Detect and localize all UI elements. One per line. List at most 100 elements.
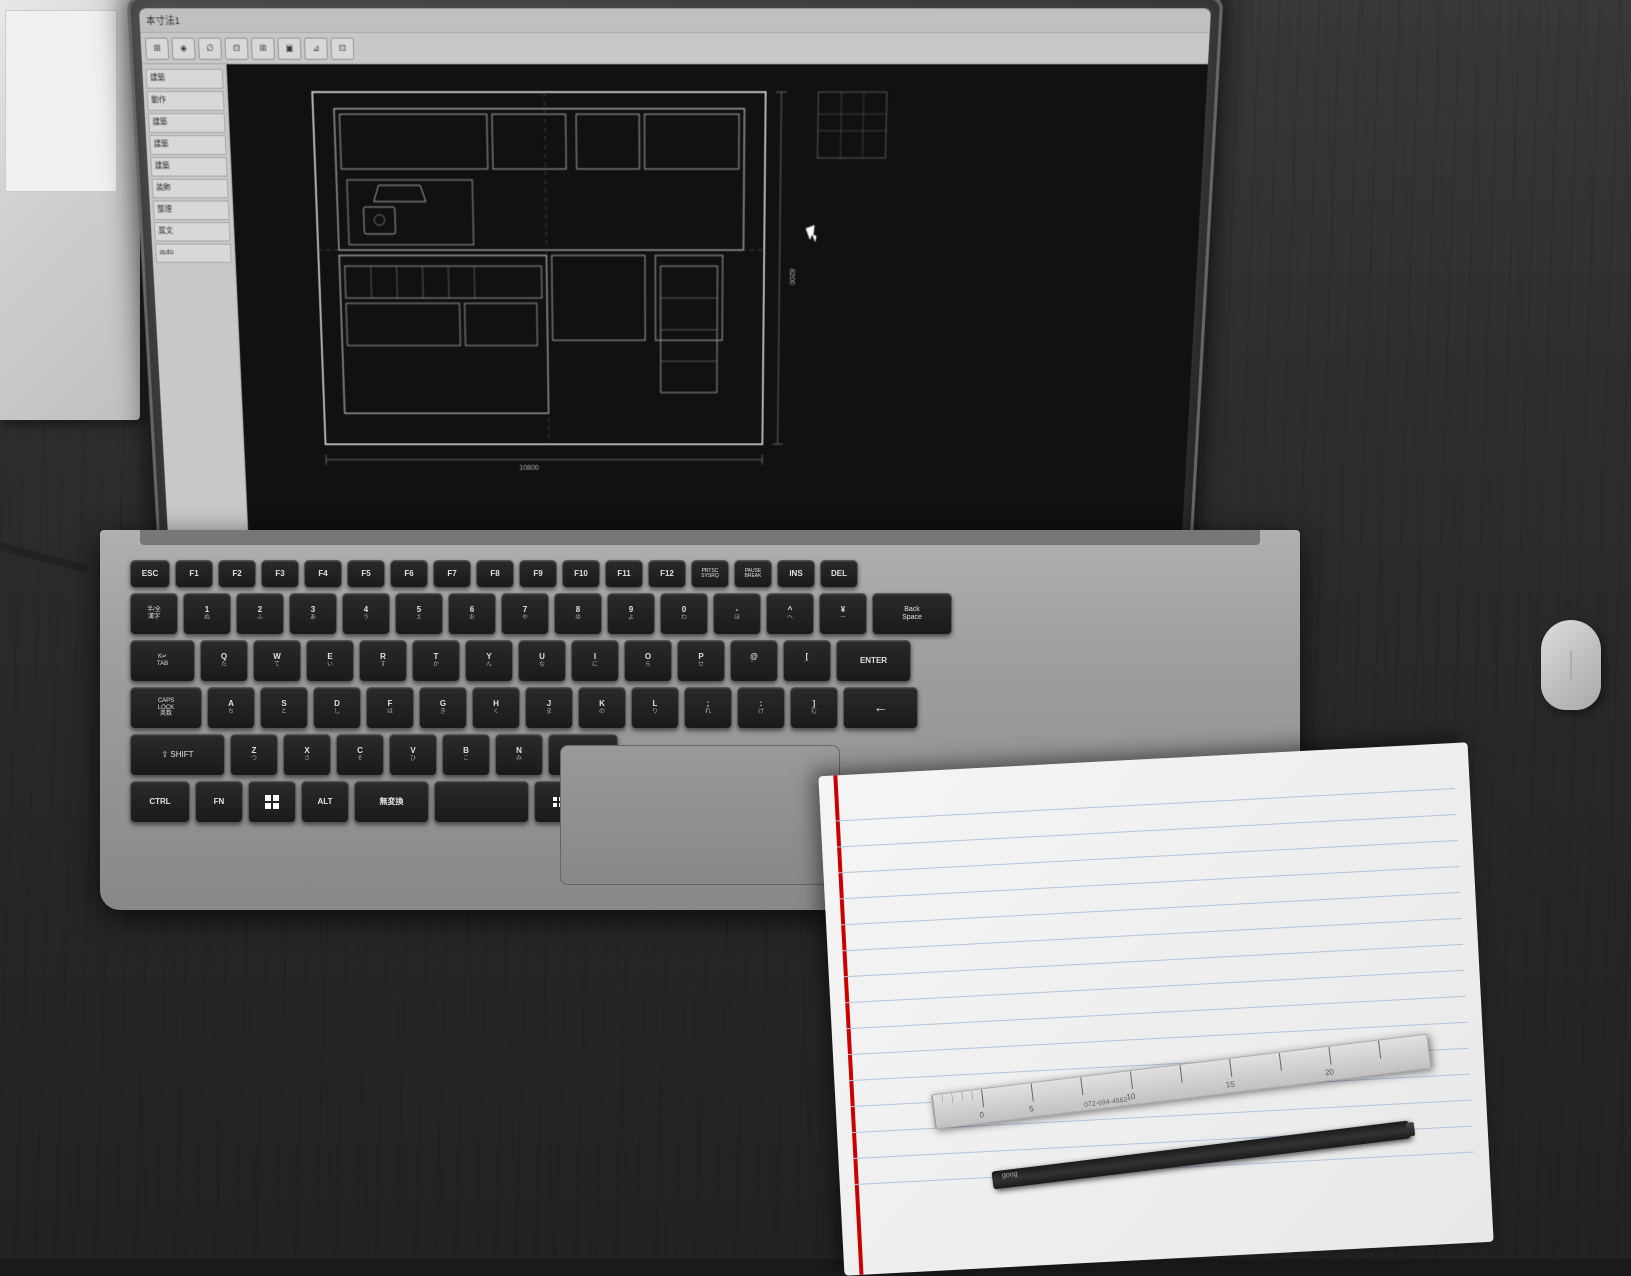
svg-text:10800: 10800: [519, 463, 539, 472]
key-i[interactable]: Iに: [571, 640, 619, 682]
key-windows[interactable]: [248, 781, 296, 823]
key-esc[interactable]: ESC: [130, 560, 170, 588]
key-semicolon[interactable]: ;れ: [684, 687, 732, 729]
key-j[interactable]: Jま: [525, 687, 573, 729]
key-t[interactable]: Tか: [412, 640, 460, 682]
key-e[interactable]: Eい: [306, 640, 354, 682]
sidebar-item-3[interactable]: 建築: [148, 113, 226, 133]
sidebar-item-6[interactable]: 装飾: [151, 179, 228, 199]
key-at[interactable]: @゛: [730, 640, 778, 682]
key-r[interactable]: Rす: [359, 640, 407, 682]
toolbar-btn-3[interactable]: ∅: [198, 37, 222, 59]
key-ins[interactable]: INS: [777, 560, 815, 588]
asdf-row: CAPSLOCK英数 Aち Sと Dし Fは Gき Hく Jま Kの Lり ;れ…: [130, 687, 1030, 729]
sidebar-item-7[interactable]: 整理: [153, 201, 230, 220]
key-f2[interactable]: F2: [218, 560, 256, 588]
key-f9[interactable]: F9: [519, 560, 557, 588]
key-b[interactable]: Bこ: [442, 734, 490, 776]
key-minus[interactable]: -ほ: [713, 593, 761, 635]
key-f7[interactable]: F7: [433, 560, 471, 588]
laptop-lid: 本寸法1 ⊞ ◈ ∅ ⊡ ⊞ ▣ ⊿ ⊡: [127, 0, 1224, 590]
toolbar-btn-6[interactable]: ▣: [277, 37, 301, 59]
key-capslock[interactable]: CAPSLOCK英数: [130, 687, 202, 729]
key-7[interactable]: 7や: [501, 593, 549, 635]
key-d[interactable]: Dし: [313, 687, 361, 729]
key-y[interactable]: Yん: [465, 640, 513, 682]
key-3[interactable]: 3あ: [289, 593, 337, 635]
toolbar-btn-2[interactable]: ◈: [171, 37, 195, 59]
key-2[interactable]: 2ふ: [236, 593, 284, 635]
key-enter[interactable]: ENTER: [836, 640, 911, 682]
key-x[interactable]: Xさ: [283, 734, 331, 776]
sidebar-item-8[interactable]: 属文: [154, 222, 231, 241]
key-f11[interactable]: F11: [605, 560, 643, 588]
key-bracket-l[interactable]: [゜: [783, 640, 831, 682]
key-4[interactable]: 4う: [342, 593, 390, 635]
toolbar-btn-5[interactable]: ⊞: [251, 37, 275, 59]
key-f8[interactable]: F8: [476, 560, 514, 588]
key-ctrl[interactable]: CTRL: [130, 781, 190, 823]
key-n[interactable]: Nみ: [495, 734, 543, 776]
sidebar-item-5[interactable]: 建築: [150, 157, 227, 177]
key-del[interactable]: DEL: [820, 560, 858, 588]
cad-toolbar: ⊞ ◈ ∅ ⊡ ⊞ ▣ ⊿ ⊡: [140, 33, 1209, 64]
key-f12[interactable]: F12: [648, 560, 686, 588]
key-alt[interactable]: ALT: [301, 781, 349, 823]
key-9[interactable]: 9よ: [607, 593, 655, 635]
key-shift-left[interactable]: ⇧ SHIFT: [130, 734, 225, 776]
key-bracket-r[interactable]: ]む: [790, 687, 838, 729]
sidebar-item-1[interactable]: 建築: [145, 69, 223, 89]
key-fn[interactable]: FN: [195, 781, 243, 823]
scene: 本寸法1 ⊞ ◈ ∅ ⊡ ⊞ ▣ ⊿ ⊡: [0, 0, 1631, 1259]
key-f[interactable]: Fは: [366, 687, 414, 729]
key-k[interactable]: Kの: [578, 687, 626, 729]
key-a[interactable]: Aち: [207, 687, 255, 729]
toolbar-btn-8[interactable]: ⊡: [330, 37, 354, 59]
key-u[interactable]: Uな: [518, 640, 566, 682]
key-yen[interactable]: ¥ー: [819, 593, 867, 635]
key-c[interactable]: Cそ: [336, 734, 384, 776]
key-1[interactable]: 1ぬ: [183, 593, 231, 635]
key-tab[interactable]: K↵TAB: [130, 640, 195, 682]
key-p[interactable]: Pせ: [677, 640, 725, 682]
key-0[interactable]: 0わ: [660, 593, 708, 635]
key-f10[interactable]: F10: [562, 560, 600, 588]
key-pause[interactable]: PAUSEBREAK: [734, 560, 772, 588]
key-hankaku[interactable]: 半/全漢字: [130, 593, 178, 635]
sidebar-item-9[interactable]: auto: [155, 244, 232, 263]
key-f3[interactable]: F3: [261, 560, 299, 588]
key-enter-2[interactable]: ←: [843, 687, 918, 729]
key-v[interactable]: Vひ: [389, 734, 437, 776]
toolbar-btn-7[interactable]: ⊿: [304, 37, 328, 59]
key-6[interactable]: 6お: [448, 593, 496, 635]
toolbar-btn-4[interactable]: ⊡: [224, 37, 248, 59]
cad-title-text: 本寸法1: [146, 13, 181, 28]
toolbar-btn-1[interactable]: ⊞: [145, 37, 169, 59]
key-8[interactable]: 8ゆ: [554, 593, 602, 635]
key-f4[interactable]: F4: [304, 560, 342, 588]
key-colon[interactable]: :け: [737, 687, 785, 729]
key-backspace[interactable]: BackSpace: [872, 593, 952, 635]
key-q[interactable]: Qた: [200, 640, 248, 682]
touchpad[interactable]: [560, 745, 840, 885]
key-l[interactable]: Lり: [631, 687, 679, 729]
key-f1[interactable]: F1: [175, 560, 213, 588]
key-g[interactable]: Gき: [419, 687, 467, 729]
cad-software: 本寸法1 ⊞ ◈ ∅ ⊡ ⊞ ▣ ⊿ ⊡: [139, 8, 1211, 562]
key-f6[interactable]: F6: [390, 560, 428, 588]
key-f5[interactable]: F5: [347, 560, 385, 588]
sidebar-item-2[interactable]: 動作: [147, 91, 225, 111]
sidebar-item-4[interactable]: 建築: [149, 135, 227, 155]
key-prtsc[interactable]: PRTSCSYSRQ: [691, 560, 729, 588]
key-o[interactable]: Oら: [624, 640, 672, 682]
key-h[interactable]: Hく: [472, 687, 520, 729]
key-muhenkan[interactable]: 無変換: [354, 781, 429, 823]
key-caret[interactable]: ^へ: [766, 593, 814, 635]
key-space[interactable]: [434, 781, 529, 823]
key-s[interactable]: Sと: [260, 687, 308, 729]
key-z[interactable]: Zつ: [230, 734, 278, 776]
key-5[interactable]: 5え: [395, 593, 443, 635]
svg-text:15: 15: [1225, 1079, 1235, 1089]
mouse[interactable]: [1541, 620, 1601, 710]
key-w[interactable]: Wて: [253, 640, 301, 682]
